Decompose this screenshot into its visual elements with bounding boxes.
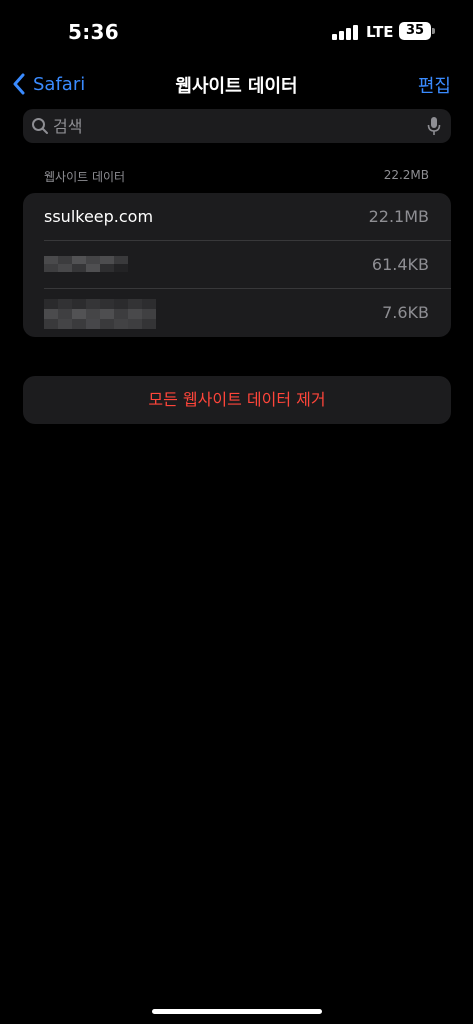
search-icon (32, 118, 48, 134)
remove-all-website-data-button[interactable]: 모든 웹사이트 데이터 제거 (23, 376, 451, 424)
redacted-website-name (44, 299, 156, 329)
network-type: LTE (366, 23, 394, 41)
website-row[interactable]: 61.4KB (23, 241, 451, 289)
home-indicator[interactable] (152, 1009, 322, 1014)
battery-level: 35 (405, 23, 425, 38)
status-time: 5:36 (68, 20, 119, 44)
total-size: 22.2MB (383, 168, 429, 182)
edit-button[interactable]: 편집 (418, 72, 451, 98)
microphone-icon[interactable] (427, 116, 441, 136)
cellular-signal-icon (332, 24, 358, 40)
website-row[interactable]: 7.6KB (23, 289, 451, 337)
page-title: 웹사이트 데이터 (175, 76, 298, 97)
website-name: ssulkeep.com (44, 207, 154, 226)
search-input[interactable] (53, 109, 433, 143)
section-title: 웹사이트 데이터 (44, 170, 126, 184)
website-size: 61.4KB (371, 255, 429, 274)
website-size: 7.6KB (382, 303, 429, 322)
website-data-screen: 5:36 LTE 35 Safari 웹사이트 데이터 편집 검색 웹사이트 데… (0, 0, 473, 1024)
website-row[interactable]: ssulkeep.com 22.1MB (23, 193, 451, 241)
battery-icon: 35 (399, 22, 431, 40)
website-size: 22.1MB (368, 207, 429, 226)
section-header: 웹사이트 데이터 22.2MB (44, 168, 429, 184)
website-list: ssulkeep.com 22.1MB 61.4KB 7.6KB (23, 193, 451, 337)
status-bar: 5:36 LTE 35 (0, 0, 473, 62)
redacted-website-name (44, 256, 128, 272)
navigation-bar: Safari 웹사이트 데이터 편집 (0, 62, 473, 106)
search-bar[interactable] (23, 109, 451, 143)
battery-tip (432, 28, 435, 34)
